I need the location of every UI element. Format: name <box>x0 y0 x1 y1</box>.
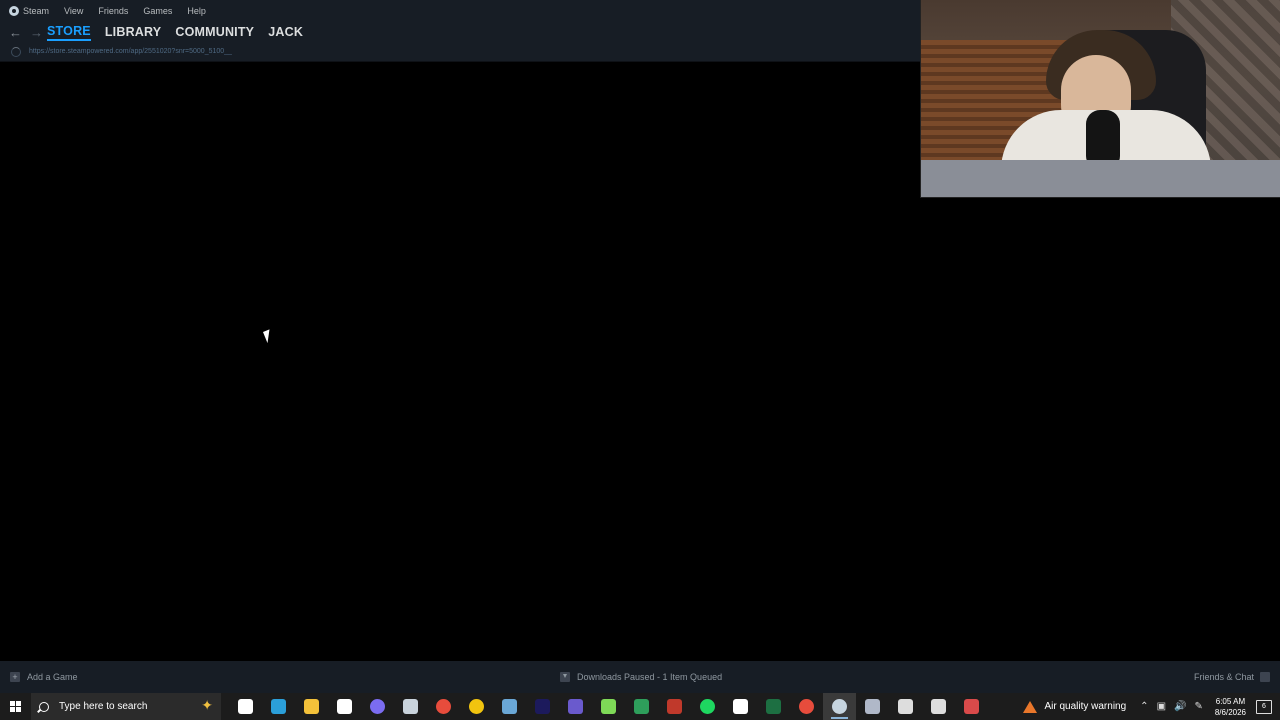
friends-chat-label: Friends & Chat <box>1193 672 1254 682</box>
pen-icon[interactable]: ✎ <box>1194 701 1202 712</box>
menu-friends[interactable]: Friends <box>98 6 128 16</box>
microsoft-store-icon <box>337 699 352 714</box>
taskbar-app-g-app[interactable] <box>889 693 922 720</box>
taskbar-app-capcut[interactable] <box>724 693 757 720</box>
taskbar-search[interactable]: Type here to search ✦ <box>31 693 221 720</box>
chat-icon <box>1260 672 1270 682</box>
capcut-icon <box>733 699 748 714</box>
settings-icon <box>931 699 946 714</box>
menu-games[interactable]: Games <box>143 6 172 16</box>
taskbar-app-chrome[interactable] <box>427 693 460 720</box>
taskbar-app-notes-app[interactable] <box>559 693 592 720</box>
loading-spinner-icon <box>11 46 21 57</box>
steam-icon <box>832 699 847 714</box>
tab-profile[interactable]: JACK <box>268 25 303 39</box>
download-icon <box>560 672 570 682</box>
steam-menu-bar: Steam View Friends Games Help <box>0 6 221 16</box>
downloads-status[interactable]: Downloads Paused - 1 Item Queued <box>560 672 722 682</box>
chrome-icon <box>799 699 814 714</box>
clock[interactable]: 6:05 AM 8/6/2026 <box>1215 696 1246 718</box>
taskbar-app-speed-app[interactable] <box>955 693 988 720</box>
taskbar-app-excel[interactable] <box>757 693 790 720</box>
back-arrow-icon[interactable]: ← <box>5 25 26 40</box>
air-quality-widget[interactable]: Air quality warning <box>1023 700 1127 713</box>
chat-app-icon <box>601 699 616 714</box>
taskbar-app-k-app[interactable] <box>658 693 691 720</box>
taskbar-app-discord[interactable] <box>361 693 394 720</box>
file-explorer-icon <box>304 699 319 714</box>
menu-steam[interactable]: Steam <box>9 6 49 16</box>
taskbar-app-edge[interactable] <box>262 693 295 720</box>
page-url[interactable]: https://store.steampowered.com/app/25510… <box>29 48 232 55</box>
clock-time: 6:05 AM <box>1215 696 1246 706</box>
clock-date: 8/6/2026 <box>1214 707 1246 717</box>
air-quality-label: Air quality warning <box>1044 701 1127 712</box>
taskbar-app-chrome[interactable] <box>460 693 493 720</box>
taskbar-apps <box>229 693 988 720</box>
excel-icon <box>766 699 781 714</box>
windows-taskbar: Type here to search ✦ Air quality warnin… <box>0 693 1280 720</box>
taskbar-app-shield-app[interactable] <box>856 693 889 720</box>
downloads-label: Downloads Paused - 1 Item Queued <box>577 672 723 682</box>
notification-icon[interactable]: 6 <box>1256 699 1272 714</box>
shield-app-icon <box>865 699 880 714</box>
windows-logo-icon <box>10 701 21 712</box>
sparkle-icon[interactable]: ✦ <box>201 697 213 714</box>
warning-icon <box>1023 700 1038 713</box>
chrome-icon <box>436 699 451 714</box>
spotify-icon <box>700 699 715 714</box>
tab-library[interactable]: LIBRARY <box>105 25 162 39</box>
tab-community[interactable]: COMMUNITY <box>175 25 254 39</box>
desk <box>921 160 1280 197</box>
friends-chat-button[interactable]: Friends & Chat <box>1194 672 1270 682</box>
hs-app-icon <box>634 699 649 714</box>
taskbar-app-microsoft-store[interactable] <box>328 693 361 720</box>
search-placeholder: Type here to search <box>59 701 148 712</box>
taskbar-app-file-explorer[interactable] <box>295 693 328 720</box>
chevron-up-icon[interactable]: ⌃ <box>1140 701 1148 712</box>
volume-icon[interactable]: 🔊 <box>1174 701 1186 712</box>
onedrive-icon <box>403 699 418 714</box>
webcam-overlay <box>920 0 1280 198</box>
taskbar-app-chrome[interactable] <box>790 693 823 720</box>
task-view-icon <box>238 699 253 714</box>
taskbar-app-c-app[interactable] <box>493 693 526 720</box>
edge-icon <box>271 699 286 714</box>
taskbar-app-steam[interactable] <box>823 693 856 720</box>
c-app-icon <box>502 699 517 714</box>
taskbar-app-chat-app[interactable] <box>592 693 625 720</box>
taskbar-app-task-view[interactable] <box>229 693 262 720</box>
speed-app-icon <box>964 699 979 714</box>
search-icon <box>39 701 49 712</box>
chrome-icon <box>469 699 484 714</box>
k-app-icon <box>667 699 682 714</box>
taskbar-app-settings[interactable] <box>922 693 955 720</box>
start-button[interactable] <box>0 693 31 720</box>
add-game-button[interactable]: + Add a Game <box>10 672 78 682</box>
network-icon[interactable]: ▣ <box>1157 701 1166 712</box>
menu-view[interactable]: View <box>64 6 83 16</box>
taskbar-app-premiere[interactable] <box>526 693 559 720</box>
taskbar-app-onedrive[interactable] <box>394 693 427 720</box>
tab-store[interactable]: STORE <box>47 24 91 41</box>
taskbar-app-spotify[interactable] <box>691 693 724 720</box>
discord-icon <box>370 699 385 714</box>
plus-icon: + <box>10 672 20 682</box>
g-app-icon <box>898 699 913 714</box>
menu-help[interactable]: Help <box>187 6 206 16</box>
taskbar-app-hs-app[interactable] <box>625 693 658 720</box>
menu-steam-label: Steam <box>23 6 50 16</box>
notes-app-icon <box>568 699 583 714</box>
premiere-icon <box>535 699 550 714</box>
add-game-label: Add a Game <box>27 672 78 682</box>
steam-logo-icon <box>9 6 19 16</box>
steam-bottom-bar: + Add a Game Downloads Paused - 1 Item Q… <box>0 661 1280 693</box>
system-tray: Air quality warning ⌃ ▣ 🔊 ✎ 6:05 AM 8/6/… <box>1023 693 1280 720</box>
forward-arrow-icon[interactable]: → <box>26 25 47 40</box>
